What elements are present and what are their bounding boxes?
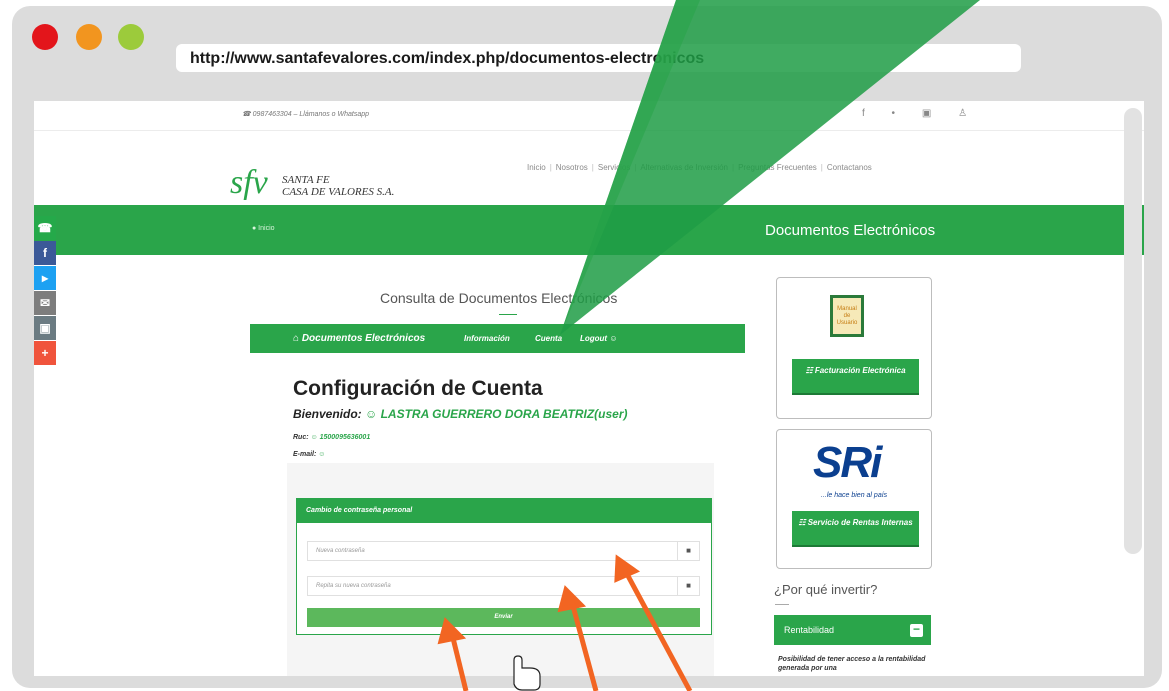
twitter-icon[interactable]: ▸ bbox=[34, 266, 56, 290]
browser-frame: http://www.santafevalores.com/index.php/… bbox=[0, 0, 1169, 691]
repeat-password-input[interactable]: Repita su nueva contraseña ■ bbox=[307, 576, 700, 596]
info-link[interactable]: Información bbox=[464, 334, 510, 343]
print-icon[interactable]: ▣ bbox=[34, 316, 56, 340]
nav-item-nosotros[interactable]: Nosotros bbox=[556, 163, 588, 172]
ruc-value: ☺ 1500095636001 bbox=[310, 434, 371, 441]
submit-button[interactable]: Enviar bbox=[307, 608, 700, 627]
plus-icon[interactable]: + bbox=[34, 341, 56, 365]
logo-name: SANTA FE CASA DE VALORES S.A. bbox=[282, 174, 395, 198]
nav-item-servicios[interactable]: Servicios bbox=[598, 163, 630, 172]
page-viewport: ☎ 0987463304 – Llámanos o Whatsapp f • ▣… bbox=[34, 101, 1144, 676]
sri-button[interactable]: ☷ Servicio de Rentas Internas bbox=[792, 511, 919, 547]
repeat-password-placeholder: Repita su nueva contraseña bbox=[316, 583, 391, 589]
manual-card: Manual de Usuario ☷ Facturación Electrón… bbox=[776, 277, 932, 419]
nav-separator: | bbox=[591, 163, 594, 172]
vertical-scrollbar[interactable] bbox=[1124, 108, 1142, 554]
collapse-icon[interactable]: − bbox=[910, 623, 923, 637]
welcome-line: Bienvenido: ☺ LASTRA GUERRERO DORA BEATR… bbox=[293, 407, 628, 421]
why-invest-title: ¿Por qué invertir? bbox=[774, 582, 878, 597]
page-title-band: ● Inicio Documentos Electrónicos bbox=[34, 205, 1144, 255]
facebook-icon[interactable]: f bbox=[34, 241, 56, 265]
nav-separator: | bbox=[732, 163, 735, 172]
ruc-line: Ruc: ☺ 1500095636001 bbox=[293, 434, 370, 441]
password-change-panel: Cambio de contraseña personal Nueva cont… bbox=[296, 498, 712, 635]
section-title: Consulta de Documentos Electrónicos bbox=[380, 290, 618, 306]
new-password-input[interactable]: Nueva contraseña ■ bbox=[307, 541, 700, 561]
title-underline bbox=[499, 314, 517, 315]
minimize-window-button[interactable] bbox=[76, 24, 102, 50]
email-value: ☺ bbox=[318, 451, 326, 458]
whatsapp-icon[interactable]: ☎ bbox=[34, 216, 56, 240]
app-navbar: ⌂ Documentos Electrónicos Información Cu… bbox=[250, 324, 745, 353]
rentabilidad-accordion[interactable]: Rentabilidad − bbox=[774, 615, 931, 645]
main-nav: Inicio | Nosotros | Servicios | Alternativas d… bbox=[527, 163, 876, 172]
panel-title: Cambio de contraseña personal bbox=[297, 499, 711, 523]
nav-item-inicio[interactable]: Inicio bbox=[527, 163, 546, 172]
new-password-placeholder: Nueva contraseña bbox=[316, 548, 365, 554]
nav-separator: | bbox=[549, 163, 552, 172]
sri-logo[interactable]: SRi bbox=[813, 438, 882, 488]
close-window-button[interactable] bbox=[32, 24, 58, 50]
welcome-user: ☺ LASTRA GUERRERO DORA BEATRIZ(user) bbox=[365, 407, 628, 421]
nav-item-alternativas-de-inversi-n[interactable]: Alternativas de Inversión bbox=[640, 163, 728, 172]
user-manual-image[interactable]: Manual de Usuario bbox=[830, 295, 864, 337]
nav-separator: | bbox=[820, 163, 823, 172]
top-contact-strip: ☎ 0987463304 – Llámanos o Whatsapp f • ▣… bbox=[34, 101, 1144, 131]
account-heading: Configuración de Cuenta bbox=[293, 377, 543, 400]
phone-contact[interactable]: ☎ 0987463304 – Llámanos o Whatsapp bbox=[242, 110, 369, 118]
why-invest-underline bbox=[775, 604, 789, 605]
email-label: E-mail: bbox=[293, 451, 317, 458]
site-logo[interactable]: sfv SANTA FE CASA DE VALORES S.A. bbox=[230, 164, 394, 202]
lock-icon: ■ bbox=[677, 541, 699, 561]
email-icon[interactable]: ✉ bbox=[34, 291, 56, 315]
rentabilidad-label: Rentabilidad bbox=[784, 625, 835, 635]
breadcrumb[interactable]: ● Inicio bbox=[252, 225, 275, 232]
sri-tagline: ...le hace bien al país bbox=[821, 492, 888, 499]
app-home-link[interactable]: ⌂ Documentos Electrónicos bbox=[293, 333, 425, 344]
email-line: E-mail: ☺ bbox=[293, 451, 325, 458]
ruc-label: Ruc: bbox=[293, 434, 309, 441]
maximize-window-button[interactable] bbox=[118, 24, 144, 50]
logout-link[interactable]: Logout ☺ bbox=[580, 334, 618, 343]
lock-icon: ■ bbox=[677, 576, 699, 596]
social-icons[interactable]: f • ▣ ♙ bbox=[862, 108, 979, 119]
nav-separator: | bbox=[634, 163, 637, 172]
account-link[interactable]: Cuenta bbox=[535, 334, 562, 343]
nav-item-contactanos[interactable]: Contactanos bbox=[827, 163, 872, 172]
page-title: Documentos Electrónicos bbox=[765, 222, 936, 239]
facturacion-button[interactable]: ☷ Facturación Electrónica bbox=[792, 359, 919, 395]
sri-card: SRi ...le hace bien al país ☷ Servicio d… bbox=[776, 429, 932, 569]
logo-mark: sfv bbox=[230, 164, 268, 201]
address-bar[interactable]: http://www.santafevalores.com/index.php/… bbox=[176, 44, 1021, 72]
rentabilidad-text: Posibilidad de tener acceso a la rentabi… bbox=[778, 656, 926, 672]
nav-item-preguntas-frecuentes[interactable]: Preguntas Frecuentes bbox=[738, 163, 817, 172]
welcome-label: Bienvenido: bbox=[293, 407, 362, 421]
